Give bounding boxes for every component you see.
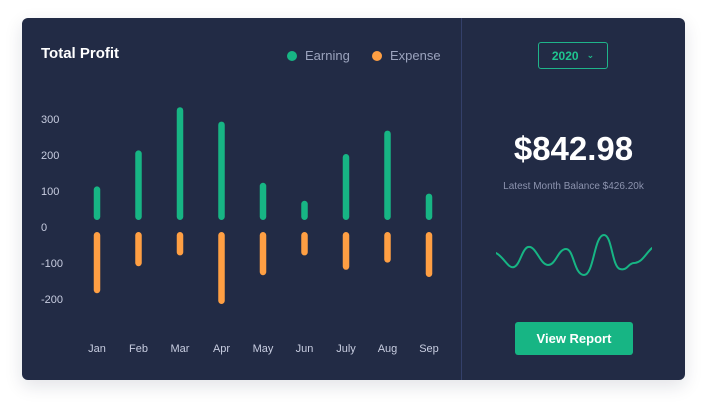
earning-bar <box>342 154 350 220</box>
x-tick-label: Jan <box>88 343 106 355</box>
expense-bar <box>301 232 308 256</box>
profit-card: 300 200 100 0 -100 -200 Jan Feb Mar Apr May Jun July… <box>22 18 685 380</box>
x-tick-label: Jun <box>296 343 314 355</box>
earning-bar <box>135 150 142 220</box>
legend-earning-dot <box>287 50 297 61</box>
expense-bar <box>218 232 225 304</box>
earning-bar <box>301 200 308 220</box>
profit-chart-panel: 300 200 100 0 -100 -200 Jan Feb Mar Apr May Jun July… <box>22 18 462 380</box>
expense-bar <box>342 232 350 270</box>
view-report-button[interactable]: View Report <box>515 322 633 355</box>
legend-expense: Expense <box>372 48 441 63</box>
legend-earning-label: Earning <box>305 48 350 63</box>
balance-sparkline <box>496 233 652 277</box>
card-title: Total Profit <box>41 45 120 62</box>
x-tick-label: Apr <box>213 343 230 355</box>
balance-panel: 2020 ⌄ $842.98 Latest Month Balance $426… <box>462 18 685 380</box>
x-tick-label: July <box>336 343 356 355</box>
x-tick-label: May <box>253 343 274 355</box>
earning-bar <box>93 186 101 220</box>
x-tick-label: Aug <box>378 343 398 355</box>
y-tick-label: 300 <box>41 114 59 126</box>
year-dropdown-value: 2020 <box>551 48 579 63</box>
earning-bar <box>176 107 184 220</box>
sparkline-path <box>496 233 652 277</box>
expense-bar <box>259 232 267 276</box>
earning-bar <box>218 121 225 220</box>
y-tick-label: 100 <box>41 186 59 198</box>
expense-bar <box>384 232 391 263</box>
y-tick-label: -100 <box>41 258 63 270</box>
expense-bar <box>135 232 142 267</box>
legend-expense-dot <box>372 50 382 61</box>
year-dropdown[interactable]: 2020 ⌄ <box>538 42 608 69</box>
x-tick-label: Sep <box>419 343 439 355</box>
legend-expense-label: Expense <box>390 48 441 63</box>
x-tick-label: Mar <box>171 343 190 355</box>
y-tick-label: 200 <box>41 150 59 162</box>
expense-bar <box>176 232 184 256</box>
earning-bar <box>384 130 391 220</box>
expense-bar <box>93 232 101 294</box>
profit-bar-chart: 300 200 100 0 -100 -200 Jan Feb Mar Apr May Jun July… <box>41 107 439 355</box>
expense-bar <box>425 232 433 277</box>
chevron-down-icon: ⌄ <box>586 50 595 60</box>
latest-month-balance: Latest Month Balance $426.20k <box>503 181 644 192</box>
y-tick-label: -200 <box>41 294 63 306</box>
earning-bar <box>259 182 267 220</box>
x-tick-label: Feb <box>129 343 148 355</box>
legend-earning: Earning <box>287 48 350 63</box>
y-tick-label: 0 <box>41 222 47 234</box>
balance-amount: $842.98 <box>513 130 634 167</box>
earning-bar <box>425 193 433 220</box>
